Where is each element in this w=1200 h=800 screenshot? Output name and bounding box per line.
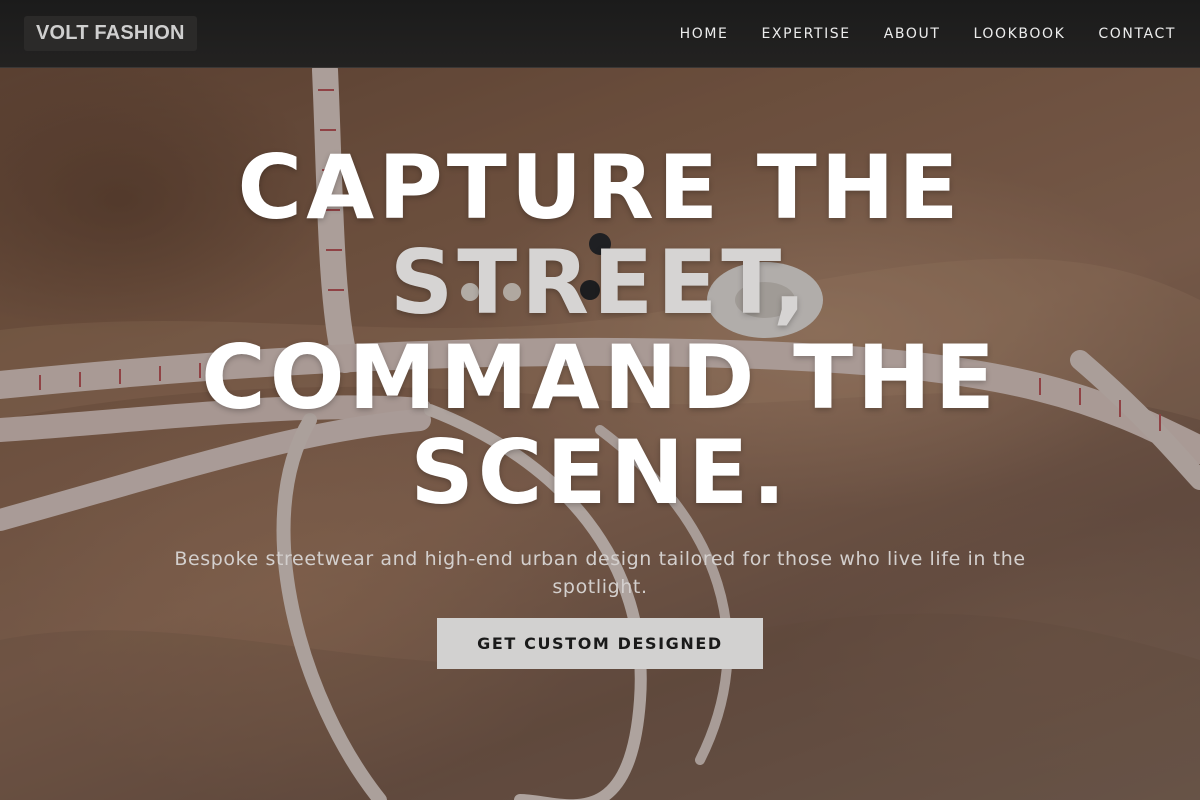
- nav-link-home[interactable]: HOME: [680, 26, 729, 42]
- nav-link-lookbook[interactable]: LOOKBOOK: [974, 26, 1066, 42]
- hero-section: CAPTURE THE STREET, COMMAND THE SCENE. B…: [0, 0, 1200, 800]
- hero-headline: CAPTURE THE STREET, COMMAND THE SCENE.: [100, 140, 1100, 520]
- main-nav: HOME EXPERTISE ABOUT LOOKBOOK CONTACT: [680, 0, 1176, 68]
- brand-logo[interactable]: VOLT FASHION: [24, 16, 197, 51]
- get-custom-designed-button[interactable]: GET CUSTOM DESIGNED: [437, 618, 763, 669]
- hero-headline-line: CAPTURE THE: [237, 136, 963, 239]
- site-header: VOLT FASHION HOME EXPERTISE ABOUT LOOKBO…: [0, 0, 1200, 68]
- hero-headline-line: COMMAND THE: [201, 326, 999, 429]
- nav-link-contact[interactable]: CONTACT: [1098, 26, 1176, 42]
- landing-page: VOLT FASHION HOME EXPERTISE ABOUT LOOKBO…: [0, 0, 1200, 800]
- hero-subtitle: Bespoke streetwear and high-end urban de…: [174, 548, 1026, 598]
- hero-headline-line: SCENE.: [410, 421, 790, 524]
- nav-link-about[interactable]: ABOUT: [884, 26, 941, 42]
- hero-headline-line: STREET,: [389, 231, 811, 334]
- nav-link-expertise[interactable]: EXPERTISE: [761, 26, 850, 42]
